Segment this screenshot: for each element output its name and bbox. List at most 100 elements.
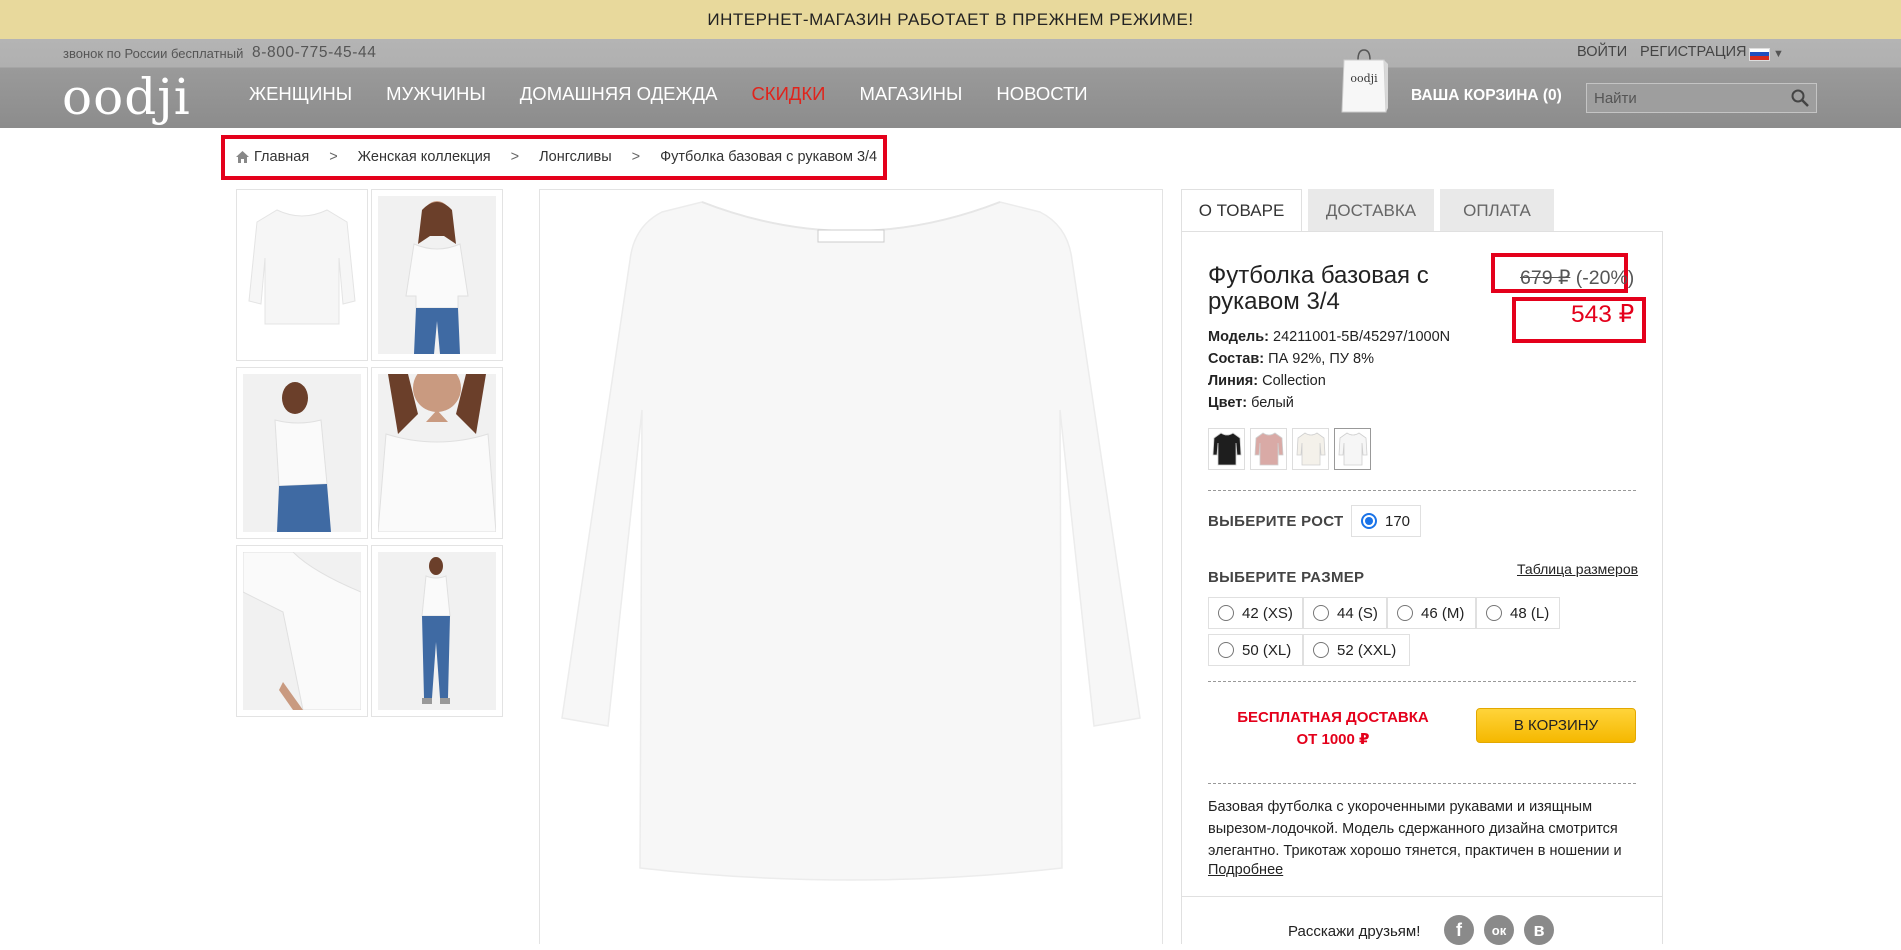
search-icon[interactable] xyxy=(1790,88,1810,108)
height-option-170[interactable]: 170 xyxy=(1351,505,1421,537)
swatch-cream[interactable] xyxy=(1292,428,1329,470)
size-option-48[interactable]: 48 (L) xyxy=(1476,597,1560,629)
divider xyxy=(1181,896,1663,897)
site-header: звонок по России бесплатный 8-800-775-45… xyxy=(0,39,1901,128)
site-logo[interactable]: oodji xyxy=(62,72,191,122)
nav-men[interactable]: МУЖЧИНЫ xyxy=(386,83,486,105)
vkontakte-icon[interactable]: в xyxy=(1524,915,1554,945)
thumbnail-1[interactable] xyxy=(236,189,368,361)
radio-icon[interactable] xyxy=(1486,605,1502,621)
attr-color-value: белый xyxy=(1251,395,1294,411)
model-photo-image xyxy=(378,196,496,354)
radio-icon[interactable] xyxy=(1313,642,1329,658)
vkontakte-letter: в xyxy=(1533,919,1545,940)
attr-composition: Состав: ПА 92%, ПУ 8% xyxy=(1208,351,1374,367)
tab-payment[interactable]: ОПЛАТА xyxy=(1440,189,1554,232)
nav-sale[interactable]: СКИДКИ xyxy=(751,83,825,105)
tshirt-black-icon xyxy=(1212,432,1241,466)
product-tabs: О ТОВАРЕ ДОСТАВКА ОПЛАТА xyxy=(1181,189,1560,232)
swatch-black[interactable] xyxy=(1208,428,1245,470)
attr-composition-value: ПА 92%, ПУ 8% xyxy=(1268,351,1374,367)
product-description: Базовая футболка с укороченными рукавами… xyxy=(1208,799,1622,859)
size-option-46[interactable]: 46 (M) xyxy=(1387,597,1476,629)
breadcrumb-home[interactable]: Главная xyxy=(254,149,309,165)
tab-about[interactable]: О ТОВАРЕ xyxy=(1181,189,1302,232)
model-closeup-photo-image xyxy=(378,374,496,532)
size-option-50[interactable]: 50 (XL) xyxy=(1208,634,1303,666)
thumbnail-2[interactable] xyxy=(371,189,503,361)
cart-link[interactable]: ВАША КОРЗИНА (0) xyxy=(1411,87,1562,105)
free-shipping-note: БЕСПЛАТНАЯ ДОСТАВКА ОТ 1000 ₽ xyxy=(1233,707,1433,751)
main-nav: ЖЕНЩИНЫ МУЖЧИНЫ ДОМАШНЯЯ ОДЕЖДА СКИДКИ М… xyxy=(249,83,1122,105)
radio-icon[interactable] xyxy=(1397,605,1413,621)
height-option-label: 170 xyxy=(1385,512,1411,530)
nav-news[interactable]: НОВОСТИ xyxy=(996,83,1087,105)
language-selector[interactable]: ▼ xyxy=(1749,47,1787,61)
share-label: Расскажи друзьям! xyxy=(1288,923,1421,940)
size-option-42[interactable]: 42 (XS) xyxy=(1208,597,1303,629)
attr-line: Линия: Collection xyxy=(1208,373,1326,389)
main-product-image[interactable] xyxy=(539,189,1163,944)
radio-icon[interactable] xyxy=(1218,605,1234,621)
size-label: ВЫБЕРИТЕ РАЗМЕР xyxy=(1208,569,1365,586)
facebook-letter: f xyxy=(1456,919,1462,940)
radio-icon[interactable] xyxy=(1313,605,1329,621)
size-option-52[interactable]: 52 (XXL) xyxy=(1303,634,1410,666)
thumbnail-5[interactable] xyxy=(236,545,368,717)
old-price-value: 679 ₽ xyxy=(1520,267,1571,289)
breadcrumb-current: Футболка базовая с рукавом 3/4 xyxy=(660,149,878,165)
phone-number[interactable]: 8-800-775-45-44 xyxy=(252,44,376,62)
attr-composition-label: Состав: xyxy=(1208,351,1265,367)
divider xyxy=(1208,490,1636,491)
odnoklassniki-icon[interactable]: ок xyxy=(1484,915,1514,945)
breadcrumb: Главная > Женская коллекция > Лонгсливы … xyxy=(236,149,877,165)
new-price: 543 ₽ xyxy=(1571,301,1635,328)
attr-model: Модель: 24211001-5B/45297/1000N xyxy=(1208,329,1450,345)
swatch-white-selected[interactable] xyxy=(1334,428,1371,470)
facebook-icon[interactable]: f xyxy=(1444,915,1474,945)
breadcrumb-separator: > xyxy=(329,149,338,165)
phone-label: звонок по России бесплатный xyxy=(63,46,244,61)
radio-icon[interactable] xyxy=(1218,642,1234,658)
announcement-text: ИНТЕРНЕТ-МАГАЗИН РАБОТАЕТ В ПРЕЖНЕМ РЕЖИ… xyxy=(707,9,1194,29)
tab-delivery[interactable]: ДОСТАВКА xyxy=(1308,189,1434,232)
register-link[interactable]: РЕГИСТРАЦИЯ xyxy=(1640,44,1746,60)
odnoklassniki-letters: ок xyxy=(1491,922,1507,938)
announcement-bar: ИНТЕРНЕТ-МАГАЗИН РАБОТАЕТ В ПРЕЖНЕМ РЕЖИ… xyxy=(0,0,1901,39)
read-more-link[interactable]: Подробнее xyxy=(1208,862,1283,878)
nav-homewear[interactable]: ДОМАШНЯЯ ОДЕЖДА xyxy=(520,83,718,105)
height-label: ВЫБЕРИТЕ РОСТ xyxy=(1208,513,1344,530)
chevron-down-icon: ▼ xyxy=(1773,48,1784,60)
thumbnail-4[interactable] xyxy=(371,367,503,539)
search-input[interactable] xyxy=(1594,89,1779,107)
discount-badge: (-20%) xyxy=(1575,267,1635,289)
breadcrumb-longsleeves[interactable]: Лонгсливы xyxy=(539,149,612,165)
shopping-bag-icon[interactable]: oodji xyxy=(1340,46,1388,114)
size-option-label: 52 (XXL) xyxy=(1337,641,1397,659)
attr-model-value: 24211001-5B/45297/1000N xyxy=(1273,329,1451,345)
nav-women[interactable]: ЖЕНЩИНЫ xyxy=(249,83,352,105)
size-option-label: 48 (L) xyxy=(1510,604,1550,622)
size-option-label: 44 (S) xyxy=(1337,604,1378,622)
login-link[interactable]: ВОЙТИ xyxy=(1577,44,1627,60)
thumbnail-3[interactable] xyxy=(236,367,368,539)
old-price: 679 ₽ (-20%) xyxy=(1520,266,1634,290)
swatch-pink[interactable] xyxy=(1250,428,1287,470)
tshirt-pink-icon xyxy=(1254,432,1283,466)
size-option-label: 46 (M) xyxy=(1421,604,1465,622)
tshirt-white-icon xyxy=(1338,432,1367,466)
home-icon xyxy=(236,151,249,163)
breadcrumb-women[interactable]: Женская коллекция xyxy=(358,149,491,165)
attr-color: Цвет: белый xyxy=(1208,395,1294,411)
radio-checked-icon[interactable] xyxy=(1361,513,1377,529)
thumbnail-6[interactable] xyxy=(371,545,503,717)
size-option-label: 42 (XS) xyxy=(1242,604,1293,622)
russia-flag-icon xyxy=(1749,47,1770,61)
size-table-link[interactable]: Таблица размеров xyxy=(1517,561,1638,577)
nav-stores[interactable]: МАГАЗИНЫ xyxy=(859,83,962,105)
attr-line-value: Collection xyxy=(1262,373,1326,389)
add-to-cart-button[interactable]: В КОРЗИНУ xyxy=(1476,708,1636,743)
model-full-body-photo-image xyxy=(378,552,496,710)
size-option-44[interactable]: 44 (S) xyxy=(1303,597,1387,629)
attr-line-label: Линия: xyxy=(1208,373,1259,389)
